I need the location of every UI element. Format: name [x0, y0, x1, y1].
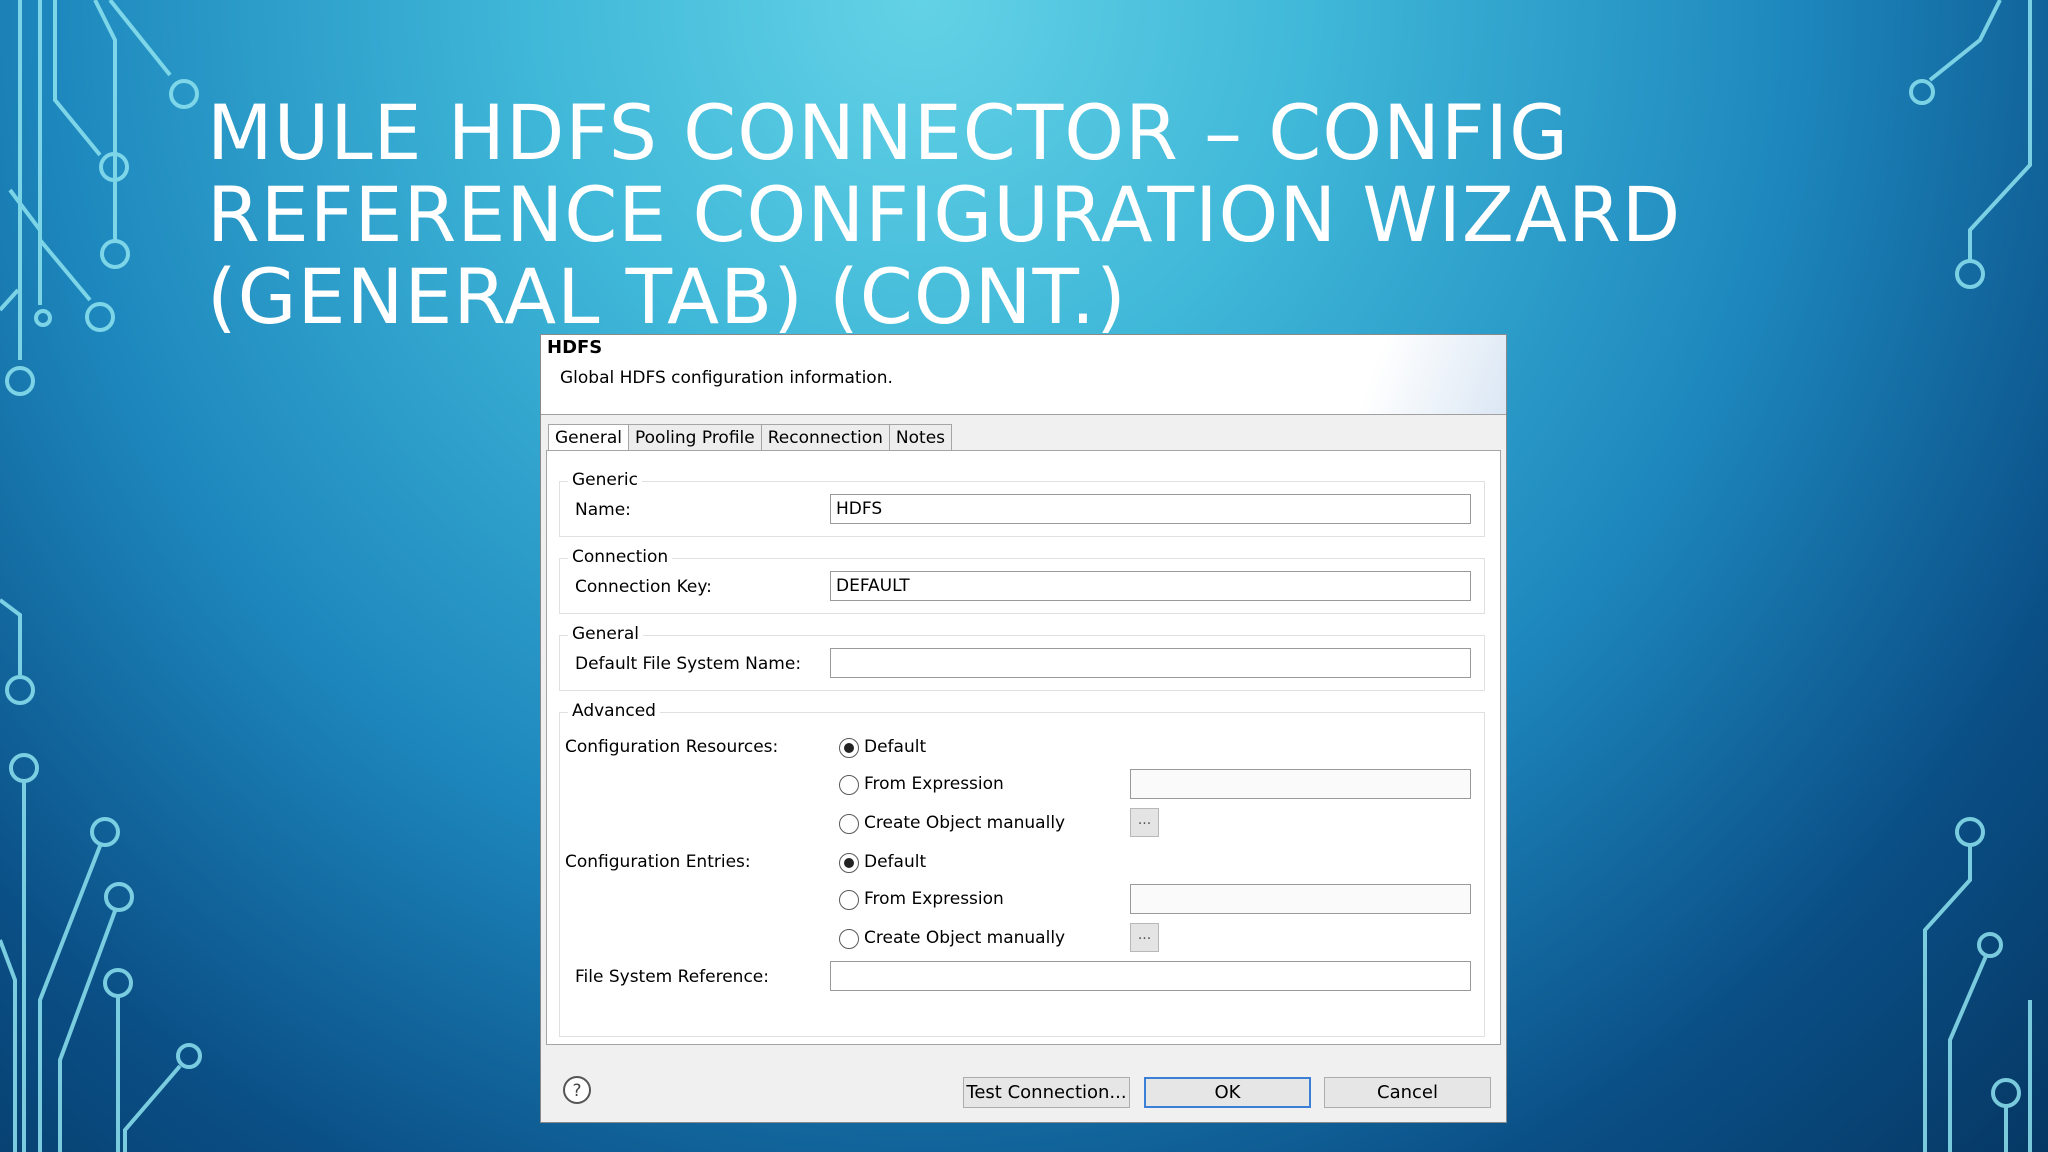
config-entries-expression-label[interactable]: From Expression [864, 889, 1004, 909]
config-entries-expression-field[interactable] [1130, 884, 1471, 914]
config-entries-ellipsis-button[interactable]: ... [1130, 923, 1159, 952]
connection-key-field[interactable]: DEFAULT [830, 571, 1471, 601]
config-resources-default-label[interactable]: Default [864, 737, 926, 757]
generic-group-legend: Generic [568, 470, 642, 490]
tab-reconnection[interactable]: Reconnection [760, 424, 890, 451]
dialog-description: Global HDFS configuration information. [560, 368, 893, 388]
config-entries-default-label[interactable]: Default [864, 852, 926, 872]
slide-title-line-2: REFERENCE CONFIGURATION WIZARD [207, 170, 1682, 259]
name-label: Name: [575, 500, 631, 520]
config-resources-manual-label[interactable]: Create Object manually [864, 813, 1065, 833]
dialog-title: HDFS [547, 337, 603, 358]
tab-pooling-profile[interactable]: Pooling Profile [628, 424, 762, 451]
general-group-legend: General [568, 624, 643, 644]
config-resources-expression-field[interactable] [1130, 769, 1471, 799]
config-entries-label: Configuration Entries: [565, 852, 751, 872]
config-resources-manual-radio[interactable] [839, 814, 859, 834]
advanced-group-legend: Advanced [568, 701, 660, 721]
config-resources-label: Configuration Resources: [565, 737, 779, 757]
hdfs-config-dialog: HDFS Global HDFS configuration informati… [540, 334, 1507, 1123]
general-group: General Default File System Name: [559, 624, 1485, 691]
help-icon[interactable]: ? [562, 1075, 592, 1105]
config-entries-default-radio[interactable] [839, 853, 859, 873]
cancel-button[interactable]: Cancel [1324, 1077, 1491, 1108]
connection-group-legend: Connection [568, 547, 673, 567]
config-entries-manual-radio[interactable] [839, 929, 859, 949]
general-tab-panel: Generic Name: HDFS Connection Connection… [546, 450, 1501, 1045]
slide-title-line-3: (GENERAL TAB) (CONT.) [207, 252, 1127, 341]
default-fs-name-field[interactable] [830, 648, 1471, 678]
connection-group: Connection Connection Key: DEFAULT [559, 547, 1485, 614]
test-connection-button[interactable]: Test Connection... [963, 1077, 1130, 1108]
dialog-header: HDFS Global HDFS configuration informati… [541, 335, 1506, 415]
help-icon-glyph: ? [572, 1081, 581, 1101]
slide-title: MULE HDFS CONNECTOR – CONFIG REFERENCE C… [207, 92, 1927, 338]
default-fs-name-label: Default File System Name: [575, 654, 802, 674]
config-entries-expression-radio[interactable] [839, 890, 859, 910]
advanced-group: Advanced Configuration Resources: Defaul… [559, 701, 1485, 1037]
slide-title-line-1: MULE HDFS CONNECTOR – CONFIG [207, 88, 1569, 177]
config-resources-expression-label[interactable]: From Expression [864, 774, 1004, 794]
tab-notes[interactable]: Notes [888, 424, 953, 451]
ok-button[interactable]: OK [1144, 1077, 1311, 1108]
tab-bar: General Pooling Profile Reconnection Not… [548, 424, 953, 452]
config-resources-default-radio[interactable] [839, 738, 859, 758]
config-resources-expression-radio[interactable] [839, 775, 859, 795]
config-entries-manual-label[interactable]: Create Object manually [864, 928, 1065, 948]
fs-reference-field[interactable] [830, 961, 1471, 991]
generic-group: Generic Name: HDFS [559, 470, 1485, 537]
fs-reference-label: File System Reference: [575, 967, 769, 987]
name-field[interactable]: HDFS [830, 494, 1471, 524]
connection-key-label: Connection Key: [575, 577, 712, 597]
tab-general[interactable]: General [548, 424, 629, 452]
config-resources-ellipsis-button[interactable]: ... [1130, 808, 1159, 837]
